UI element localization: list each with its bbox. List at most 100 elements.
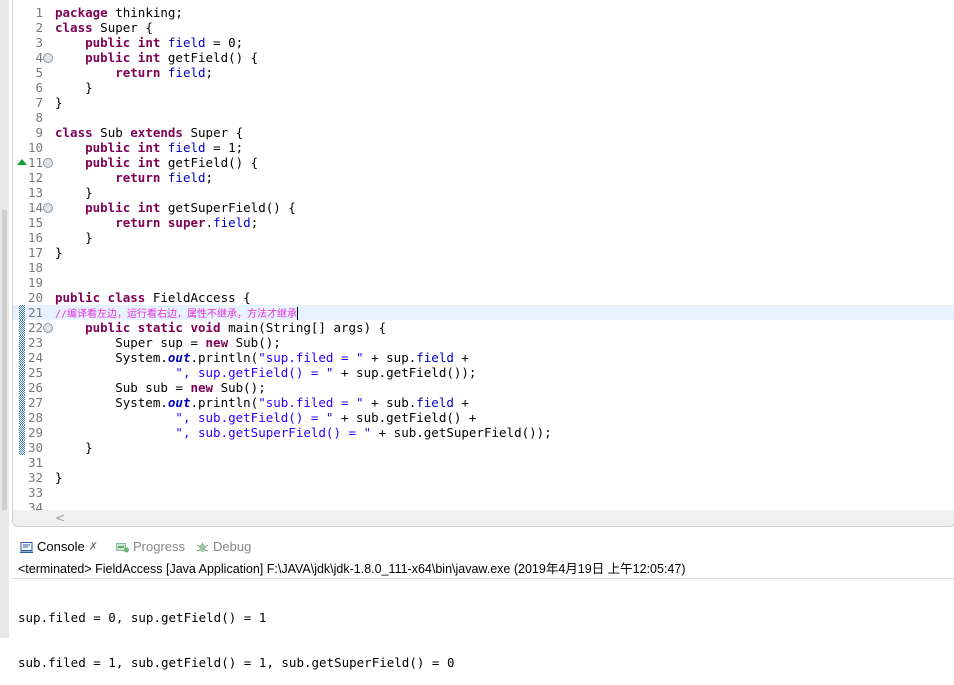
code-line[interactable]: 30 }: [13, 440, 954, 455]
code-line[interactable]: 4 public int getField() {: [13, 50, 954, 65]
code-line[interactable]: 7}: [13, 95, 954, 110]
code-token: field: [167, 140, 206, 155]
code-text: class Sub extends Super {: [55, 125, 243, 140]
code-line[interactable]: 26 Sub sub = new Sub();: [13, 380, 954, 395]
code-token: class: [55, 125, 93, 140]
code-line[interactable]: 1 package thinking;: [13, 5, 954, 20]
code-text: public int getField() {: [55, 155, 258, 170]
code-line[interactable]: 6 }: [13, 80, 954, 95]
code-line[interactable]: 16 }: [13, 230, 954, 245]
code-line[interactable]: 10 public int field = 1;: [13, 140, 954, 155]
code-token: = 1;: [205, 140, 244, 155]
tab-console[interactable]: Console ✗: [12, 535, 106, 559]
code-line[interactable]: 15 return super.field;: [13, 215, 954, 230]
fold-icon[interactable]: [43, 53, 53, 63]
code-line[interactable]: 12 return field;: [13, 170, 954, 185]
code-token: extends: [130, 125, 183, 140]
line-number: 32: [27, 470, 43, 485]
code-line[interactable]: 29 ", sub.getSuperField() = " + sub.getS…: [13, 425, 954, 440]
code-line[interactable]: 21 //编译看左边，运行看右边，属性不继承，方法才继承: [13, 305, 954, 320]
code-editor[interactable]: 1 package thinking; 2 class Super {3 public…: [12, 0, 954, 527]
console-tab-bar: Console ✗ Progress Debug: [12, 535, 954, 559]
line-number: 29: [27, 425, 43, 440]
code-line[interactable]: 18: [13, 260, 954, 275]
code-line[interactable]: 32}: [13, 470, 954, 485]
code-text: return field;: [55, 170, 213, 185]
code-text: public int field = 0;: [55, 35, 243, 50]
code-line[interactable]: 23 Super sup = new Sub();: [13, 335, 954, 350]
code-line[interactable]: 20 public class FieldAccess {: [13, 290, 954, 305]
code-line[interactable]: 22 public static void main(String[] args…: [13, 320, 954, 335]
code-line[interactable]: 19: [13, 275, 954, 290]
output-line: sup.filed = 0, sup.getField() = 1: [18, 610, 267, 625]
code-line[interactable]: 31: [13, 455, 954, 470]
line-number: 22: [27, 320, 43, 335]
code-line[interactable]: 5 return field;: [13, 65, 954, 80]
line-number: 15: [27, 215, 43, 230]
horizontal-scrollbar[interactable]: <: [13, 510, 954, 526]
tab-progress[interactable]: Progress: [116, 535, 185, 559]
code-line[interactable]: 27 System.out.println("sub.filed = " + s…: [13, 395, 954, 410]
line-number: 17: [27, 245, 43, 260]
line-number: 10: [27, 140, 43, 155]
code-token: + sup.getField());: [333, 365, 477, 380]
code-token: =: [182, 335, 206, 350]
code-text: class Super {: [55, 20, 153, 35]
scroll-left-arrow[interactable]: <: [55, 510, 65, 526]
left-scrollbar[interactable]: [0, 0, 9, 638]
line-number: 11: [27, 155, 43, 170]
code-token: field: [416, 395, 454, 410]
code-token: return super: [115, 215, 206, 230]
code-token: out: [167, 395, 191, 410]
console-icon: [20, 541, 33, 553]
line-number: 19: [27, 275, 43, 290]
code-line[interactable]: 9 class Sub extends Super {: [13, 125, 954, 140]
code-line[interactable]: 17}: [13, 245, 954, 260]
line-number: 9: [35, 125, 43, 140]
line-number: 16: [27, 230, 43, 245]
code-token: public class: [55, 290, 146, 305]
code-line[interactable]: 28 ", sub.getField() = " + sub.getField(…: [13, 410, 954, 425]
code-line[interactable]: 11 public int getField() {: [13, 155, 954, 170]
code-token: .println(: [190, 395, 259, 410]
code-token: //编译看左边，运行看右边，属性不继承，方法才继承: [55, 309, 298, 320]
code-line[interactable]: 3 public int field = 0;: [13, 35, 954, 50]
code-token: Sub();: [228, 335, 281, 350]
code-token: +: [453, 350, 469, 365]
tab-debug[interactable]: Debug: [196, 535, 251, 559]
code-line[interactable]: 33: [13, 485, 954, 500]
code-token: }: [55, 80, 93, 95]
debug-icon: [196, 542, 209, 552]
console-output[interactable]: sup.filed = 0, sup.getField() = 1 sub.fi…: [18, 580, 455, 685]
code-token: return: [115, 65, 161, 80]
line-number: 27: [27, 395, 43, 410]
code-line[interactable]: 2 class Super {: [13, 20, 954, 35]
code-text: return field;: [55, 65, 213, 80]
code-line[interactable]: 24 System.out.println("sup.filed = " + s…: [13, 350, 954, 365]
code-token: getField() {: [160, 50, 259, 65]
code-line[interactable]: 8: [13, 110, 954, 125]
code-line[interactable]: 25 ", sup.getField() = " + sup.getField(…: [13, 365, 954, 380]
code-line[interactable]: 13 }: [13, 185, 954, 200]
code-line[interactable]: 14 public int getSuperField() {: [13, 200, 954, 215]
code-token: }: [55, 185, 93, 200]
fold-icon[interactable]: [43, 203, 53, 213]
code-text: Sub sub = new Sub();: [55, 380, 266, 395]
scrollbar-thumb[interactable]: [2, 210, 7, 510]
code-token: package: [55, 5, 108, 20]
code-text: public int getSuperField() {: [55, 200, 296, 215]
code-token: = 0;: [205, 35, 244, 50]
code-token: public int: [85, 50, 161, 65]
close-icon[interactable]: ✗: [89, 535, 98, 559]
tab-progress-label: Progress: [133, 539, 186, 554]
line-number: 13: [27, 185, 43, 200]
code-text: public int getField() {: [55, 50, 258, 65]
code-token: .: [205, 215, 214, 230]
fold-icon[interactable]: [43, 158, 53, 168]
fold-icon[interactable]: [43, 323, 53, 333]
